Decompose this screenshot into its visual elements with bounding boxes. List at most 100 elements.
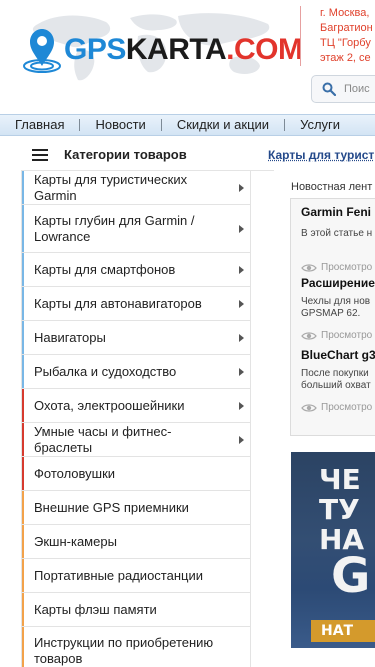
category-item[interactable]: Карты для туристических Garmin (22, 171, 251, 205)
address-line: г. Москва, (320, 7, 370, 19)
chevron-right-icon[interactable] (239, 183, 244, 192)
category-accent-bar (22, 355, 24, 388)
category-label: Умные часы и фитнес-браслеты (34, 423, 172, 455)
breadcrumb-link[interactable]: Карты для турист (268, 148, 374, 162)
category-label: Портативные радиостанции (34, 567, 203, 583)
search-icon[interactable] (322, 82, 336, 96)
chevron-right-icon[interactable] (239, 435, 244, 444)
category-accent-bar (22, 457, 24, 490)
category-accent-bar (22, 593, 24, 626)
category-label: Карты для автонавигаторов (34, 295, 202, 311)
nav-item-services[interactable]: Услуги (285, 115, 355, 135)
chevron-right-icon[interactable] (239, 224, 244, 233)
category-item[interactable]: Карты глубин для Garmin / Lowrance (22, 205, 251, 253)
category-accent-bar (22, 627, 24, 667)
category-label: Карты глубин для Garmin / Lowrance (34, 212, 195, 244)
category-item[interactable]: Внешние GPS приемники (22, 491, 251, 525)
category-item[interactable]: Рыбалка и судоходство (22, 355, 251, 389)
site-header: GPSKARTA.COM г. Москва, Багратион ТЦ "Го… (0, 0, 375, 112)
news-snippet: Чехлы для нов (301, 296, 371, 307)
news-item[interactable]: Расширение Чехлы для нов GPSMAP 62. Прос… (301, 276, 375, 341)
news-title[interactable]: Расширение (301, 276, 375, 290)
address-line: ТЦ "Горбу (320, 37, 371, 49)
banner-text: G (331, 548, 371, 604)
menu-icon[interactable] (32, 148, 48, 161)
banner-text: ТУ (319, 493, 360, 526)
category-accent-bar (22, 423, 24, 456)
news-item[interactable]: Garmin Feni В этой статье н Просмотро (301, 205, 372, 273)
nav-item-sales[interactable]: Скидки и акции (162, 115, 284, 135)
search-box[interactable] (311, 75, 375, 103)
category-item[interactable]: Карты флэш памяти (22, 593, 251, 627)
site-logo[interactable]: GPSKARTA.COM (22, 26, 303, 74)
banner-text: ЧЕ (319, 463, 361, 496)
category-item[interactable]: Умные часы и фитнес-браслеты (22, 423, 251, 457)
nav-item-news[interactable]: Новости (80, 115, 160, 135)
category-item[interactable]: Навигаторы (22, 321, 251, 355)
categories-title: Категории товаров (64, 147, 187, 162)
main-nav: Главная Новости Скидки и акции Услуги (0, 114, 375, 136)
category-label: Внешние GPS приемники (34, 499, 189, 515)
category-accent-bar (22, 253, 24, 286)
views-label: Просмотро (321, 262, 373, 273)
chevron-right-icon[interactable] (239, 265, 244, 274)
category-item[interactable]: Охота, электроошейники (22, 389, 251, 423)
chevron-right-icon[interactable] (239, 401, 244, 410)
news-snippet: GPSMAP 62. (301, 308, 361, 319)
category-label: Карты для смартфонов (34, 261, 176, 277)
category-label: Карты флэш памяти (34, 601, 157, 617)
category-accent-bar (22, 321, 24, 354)
views-label: Просмотро (321, 330, 373, 341)
views-label: Просмотро (321, 402, 373, 413)
category-accent-bar (22, 205, 24, 252)
category-label: Экшн-камеры (34, 533, 117, 549)
news-title[interactable]: Garmin Feni (301, 205, 372, 219)
header-divider (300, 6, 301, 66)
category-accent-bar (22, 171, 24, 204)
category-label: Фотоловушки (34, 465, 116, 481)
chevron-right-icon[interactable] (239, 299, 244, 308)
category-item[interactable]: Карты для смартфонов (22, 253, 251, 287)
category-accent-bar (22, 287, 24, 320)
category-item[interactable]: Карты для автонавигаторов (22, 287, 251, 321)
news-views: Просмотро (301, 402, 375, 413)
category-accent-bar (22, 491, 24, 524)
category-label: Охота, электроошейники (34, 397, 185, 413)
banner-footer: НАТ (311, 620, 375, 642)
news-feed: Garmin Feni В этой статье н Просмотро Ра… (290, 198, 375, 436)
category-accent-bar (22, 559, 24, 592)
store-address: г. Москва, Багратион ТЦ "Горбу этаж 2, с… (320, 6, 373, 66)
category-item[interactable]: Инструкции по приобретению товаров (22, 627, 251, 667)
category-accent-bar (22, 525, 24, 558)
eye-icon (301, 403, 317, 412)
category-list: Карты для туристических Garmin Карты глуб… (22, 171, 251, 667)
news-title[interactable]: BlueChart g3 (301, 348, 375, 362)
eye-icon (301, 263, 317, 272)
category-label: Карты для туристических Garmin (34, 171, 188, 203)
news-item[interactable]: BlueChart g3 После покупки больший охват… (301, 348, 375, 413)
news-views: Просмотро (301, 262, 372, 273)
chevron-right-icon[interactable] (239, 367, 244, 376)
address-line: этаж 2, се (320, 52, 371, 64)
category-accent-bar (22, 389, 24, 422)
category-label: Рыбалка и судоходство (34, 363, 177, 379)
news-snippet: больший охват (301, 380, 371, 391)
news-snippet: В этой статье н (301, 228, 373, 239)
address-line: Багратион (320, 22, 373, 34)
news-feed-label: Новостная лент (291, 181, 373, 193)
promo-banner[interactable]: ЧЕ ТУ НА G НАТ (291, 452, 375, 648)
search-input[interactable] (344, 83, 375, 95)
category-label: Навигаторы (34, 329, 106, 345)
logo-text: GPSKARTA.COM (64, 33, 303, 66)
news-views: Просмотро (301, 330, 375, 341)
nav-item-home[interactable]: Главная (0, 115, 79, 135)
category-item[interactable]: Экшн-камеры (22, 525, 251, 559)
location-pin-icon (23, 29, 61, 73)
news-snippet: После покупки (301, 368, 369, 379)
chevron-right-icon[interactable] (239, 333, 244, 342)
category-item[interactable]: Портативные радиостанции (22, 559, 251, 593)
categories-header[interactable]: Категории товаров (22, 139, 274, 171)
category-label: Инструкции по приобретению товаров (34, 634, 214, 666)
category-item[interactable]: Фотоловушки (22, 457, 251, 491)
eye-icon (301, 331, 317, 340)
